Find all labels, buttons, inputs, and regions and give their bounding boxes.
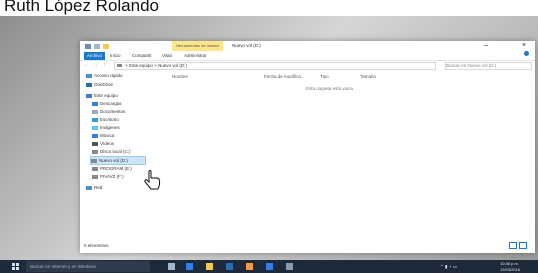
- back-button[interactable]: ←: [84, 61, 89, 70]
- hand-cursor-icon: [144, 170, 161, 190]
- drive-icon: [92, 149, 98, 154]
- up-button[interactable]: ↑: [103, 61, 106, 70]
- file-explorer-taskbar-icon[interactable]: [206, 263, 213, 270]
- windows-start-icon[interactable]: [12, 263, 19, 270]
- taskbar-search[interactable]: Buscar en Internet y en Windows: [26, 261, 150, 272]
- forward-button[interactable]: →: [93, 61, 98, 70]
- help-icon[interactable]: [524, 51, 529, 56]
- browser-icon[interactable]: [246, 263, 253, 270]
- sidebar-item-acceso-rapido[interactable]: Acceso rápido: [86, 72, 123, 79]
- properties-icon[interactable]: [94, 44, 100, 49]
- sidebar-item-musica[interactable]: Música: [92, 132, 114, 139]
- folder-icon[interactable]: [103, 44, 109, 49]
- clock-date: 12/03/2016: [500, 267, 521, 272]
- sidebar-item-pivavz-f[interactable]: PIVAVZ (F:): [92, 173, 124, 180]
- word-icon[interactable]: [266, 263, 273, 270]
- column-nombre[interactable]: Nombre: [172, 73, 188, 81]
- contextual-tab-group: Herramientas de unidad: [172, 41, 223, 51]
- address-box[interactable]: > Este equipo > Nuevo vol (D:): [114, 62, 436, 70]
- sidebar-item-disco-local-c[interactable]: Disco local (C:): [92, 148, 131, 155]
- tray-icons[interactable]: ⌃ ▮ ◔ ▭: [440, 260, 457, 273]
- ribbon-tabs: Archivo Inicio Compartir Vista Administr…: [80, 51, 535, 61]
- task-view-icon[interactable]: [168, 263, 175, 270]
- sidebar-item-red[interactable]: Red: [86, 184, 102, 191]
- tab-compartir[interactable]: Compartir: [132, 52, 152, 60]
- tab-inicio[interactable]: Inicio: [110, 52, 121, 60]
- minimize-button[interactable]: –: [478, 41, 494, 51]
- sidebar-item-este-equipo[interactable]: Este equipo: [86, 92, 118, 99]
- sidebar-item-onedrive[interactable]: OneDrive: [86, 81, 113, 88]
- image-icon: [92, 125, 98, 130]
- sidebar-item-nuevo-vol-d[interactable]: Nuevo vol (D:): [90, 156, 146, 165]
- navigation-pane: Acceso rápido OneDrive Este equipo Desca…: [80, 72, 170, 242]
- breadcrumb-separator: >: [125, 63, 128, 68]
- column-headers: Nombre Fecha de modifica... Tipo Tamaño: [172, 73, 532, 81]
- music-icon: [92, 133, 98, 138]
- breadcrumb-current[interactable]: Nuevo vol (D:): [158, 63, 187, 68]
- tab-administrar[interactable]: Administrar: [184, 52, 207, 60]
- sidebar-item-escritorio[interactable]: Escritorio: [92, 116, 119, 123]
- document-icon: [92, 109, 98, 114]
- clock[interactable]: 10:36 p.m. 12/03/2016: [500, 261, 520, 273]
- drive-icon: [91, 158, 97, 163]
- store-icon[interactable]: [226, 263, 233, 270]
- video-caption: Ruth López Rolando: [0, 0, 538, 16]
- column-tamano[interactable]: Tamaño: [360, 73, 376, 81]
- navigation-bar: ← → ↑ > Este equipo > Nuevo vol (D:) Bus…: [80, 61, 535, 70]
- details-view-icon[interactable]: [509, 242, 517, 249]
- column-tipo[interactable]: Tipo: [320, 73, 329, 81]
- close-button[interactable]: ×: [516, 41, 532, 51]
- empty-folder-message: Esta carpeta está vacía.: [306, 86, 355, 91]
- edge-icon[interactable]: [186, 263, 193, 270]
- tab-archivo[interactable]: Archivo: [84, 52, 106, 60]
- column-fecha[interactable]: Fecha de modifica...: [264, 73, 305, 81]
- title-bar: Herramientas de unidad Nuevo vol (D:) – …: [80, 41, 535, 52]
- desktop: Herramientas de unidad Nuevo vol (D:) – …: [0, 16, 538, 260]
- sidebar-item-videos[interactable]: Vídeos: [92, 140, 114, 147]
- tab-vista[interactable]: Vista: [162, 52, 172, 60]
- status-bar-count: 0 elementos: [84, 243, 109, 248]
- desktop-icon: [92, 117, 98, 122]
- caption-text: Ruth López Rolando: [4, 0, 160, 15]
- large-icons-view-icon[interactable]: [519, 242, 527, 249]
- quick-access-toolbar: [85, 44, 109, 49]
- breadcrumb-separator: >: [154, 63, 157, 68]
- breadcrumb-este-equipo[interactable]: Este equipo: [129, 63, 153, 68]
- drive-icon: [117, 64, 122, 67]
- drive-icon: [92, 174, 98, 179]
- view-switcher: [509, 242, 527, 249]
- video-icon: [92, 141, 98, 146]
- search-input[interactable]: Buscar en Nuevo vol (D:): [445, 62, 532, 70]
- star-icon: [86, 73, 92, 78]
- taskbar: Buscar en Internet y en Windows ⌃ ▮ ◔ ▭ …: [0, 260, 538, 273]
- computer-icon: [86, 93, 92, 98]
- paint-icon[interactable]: [286, 263, 293, 270]
- clock-time: 10:36 p.m.: [500, 261, 519, 266]
- window-title: Nuevo vol (D:): [232, 43, 261, 48]
- drive-icon: [92, 166, 98, 171]
- cloud-icon: [86, 82, 92, 87]
- save-icon[interactable]: [85, 44, 91, 49]
- sidebar-item-descargas[interactable]: Descargas: [92, 100, 122, 107]
- sidebar-item-imagenes[interactable]: Imágenes: [92, 124, 120, 131]
- download-icon: [92, 101, 98, 106]
- sidebar-item-documentos[interactable]: Documentos: [92, 108, 125, 115]
- network-icon: [86, 185, 92, 190]
- sidebar-item-program-e[interactable]: PROGRAM (E:): [92, 165, 132, 172]
- file-explorer-window: Herramientas de unidad Nuevo vol (D:) – …: [80, 41, 535, 253]
